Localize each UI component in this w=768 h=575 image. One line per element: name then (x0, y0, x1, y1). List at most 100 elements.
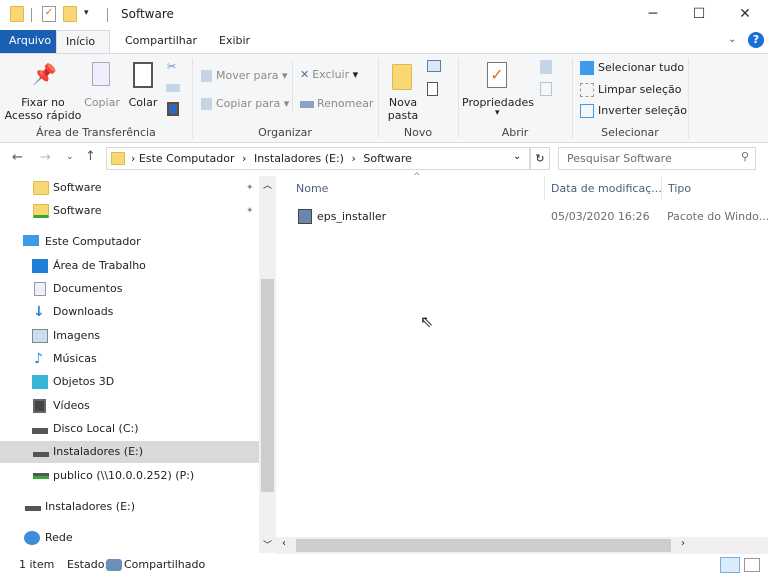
easy-access-icon[interactable] (427, 82, 438, 96)
maximize-icon[interactable]: ☐ (676, 0, 722, 30)
breadcrumb-this-pc[interactable]: Este Computador (139, 152, 235, 165)
select-all-button[interactable]: Selecionar tudo (580, 61, 684, 75)
search-input[interactable]: Pesquisar Software ⚲ (558, 147, 756, 170)
copy-to-button[interactable]: Copiar para ▾ (201, 97, 289, 110)
minimize-icon[interactable]: ─ (630, 0, 676, 30)
nav-item-quick-software-share[interactable]: Software ✦ (0, 200, 259, 222)
address-bar[interactable]: › Este Computador › Instaladores (E:) › … (106, 147, 530, 170)
nav-item-downloads[interactable]: ↓ Downloads (0, 301, 259, 323)
new-folder-button[interactable]: Nova pasta (384, 56, 422, 122)
recent-locations-icon[interactable]: ⌄ (66, 152, 74, 162)
desktop-icon (32, 259, 48, 273)
properties-quick-icon[interactable]: ✓ (42, 6, 56, 22)
breadcrumb-chevron-icon[interactable]: › (351, 152, 355, 165)
select-none-label: Limpar seleção (598, 83, 682, 96)
breadcrumb-chevron-icon[interactable]: › (131, 152, 135, 165)
nav-item-desktop[interactable]: Área de Trabalho (0, 255, 259, 277)
pin-icon: 📌 (32, 62, 57, 86)
windows-drive-icon (32, 428, 48, 434)
invert-selection-button[interactable]: Inverter seleção (580, 104, 687, 118)
breadcrumb-chevron-icon[interactable]: › (242, 152, 246, 165)
group-label-clipboard: Área de Transferência (36, 126, 156, 139)
horizontal-scrollbar[interactable]: ‹ › (276, 537, 768, 554)
move-to-icon (201, 70, 212, 82)
large-icons-view-icon[interactable] (744, 558, 760, 572)
details-view-icon[interactable] (720, 557, 740, 573)
videos-icon (33, 399, 46, 413)
title-bar: ✓ ▾ Software ─ ☐ ✕ (0, 0, 768, 30)
folder-icon (33, 181, 49, 195)
nav-label: Objetos 3D (53, 375, 115, 388)
sort-ascending-icon: ^ (413, 172, 421, 182)
nav-item-this-pc[interactable]: Este Computador (0, 231, 259, 253)
nav-item-network[interactable]: Rede (0, 527, 259, 549)
tab-compartilhar[interactable]: Compartilhar (116, 30, 206, 53)
paste-button[interactable]: Colar (126, 56, 160, 112)
select-all-icon (580, 61, 594, 75)
music-icon: ♪ (34, 351, 43, 367)
edit-icon[interactable] (540, 82, 552, 96)
select-none-button[interactable]: Limpar seleção (580, 83, 681, 97)
nav-item-music[interactable]: ♪ Músicas (0, 348, 259, 370)
scroll-thumb[interactable] (261, 279, 274, 492)
nav-item-documents[interactable]: Documentos (0, 278, 259, 300)
scroll-right-icon[interactable]: › (681, 538, 685, 549)
nav-item-local-disk-c[interactable]: Disco Local (C:) (0, 418, 259, 440)
nav-item-pictures[interactable]: Imagens (0, 325, 259, 347)
move-to-button[interactable]: Mover para ▾ (201, 69, 288, 82)
properties-button[interactable]: ✓ Propriedades ▾ (462, 56, 534, 122)
copy-path-icon[interactable] (166, 84, 180, 92)
copy-button[interactable]: Copiar (82, 56, 122, 112)
download-icon: ↓ (33, 304, 45, 320)
breadcrumb-drive[interactable]: Instaladores (E:) (254, 152, 344, 165)
paste-shortcut-icon[interactable] (167, 102, 179, 116)
forward-button[interactable]: → (40, 150, 51, 165)
rename-button[interactable]: Renomear (300, 97, 373, 110)
nav-item-videos[interactable]: Vídeos (0, 395, 259, 417)
move-to-label: Mover para (216, 69, 279, 82)
pin-icon[interactable]: ✦ (246, 177, 254, 199)
address-dropdown-icon[interactable]: ⌄ (513, 151, 521, 162)
tab-inicio[interactable]: Início (56, 30, 110, 54)
nav-label: Vídeos (53, 399, 90, 412)
nav-item-drive-e[interactable]: Instaladores (E:) (0, 496, 259, 518)
back-button[interactable]: ← (12, 150, 23, 165)
copy-to-label: Copiar para (216, 97, 281, 110)
column-header-type[interactable]: Tipo (668, 182, 691, 195)
delete-button[interactable]: ✕ Excluir ▾ (300, 68, 358, 81)
customize-qat-icon[interactable]: ▾ (84, 8, 89, 18)
up-button[interactable]: ↑ (85, 149, 96, 164)
copy-icon (92, 62, 110, 86)
nav-item-network-drive-p[interactable]: publico (\\10.0.0.252) (P:) (0, 465, 259, 487)
open-icon[interactable] (540, 60, 552, 74)
new-folder-quick-icon[interactable] (63, 6, 77, 22)
nav-item-3d-objects[interactable]: Objetos 3D (0, 371, 259, 393)
documents-icon (34, 282, 46, 296)
divider (107, 8, 108, 22)
scroll-left-icon[interactable]: ‹ (282, 538, 286, 549)
pin-icon[interactable]: ✦ (246, 200, 254, 222)
close-icon[interactable]: ✕ (722, 0, 768, 30)
tab-arquivo[interactable]: Arquivo (0, 30, 56, 53)
status-bar: 1 item Estado: Compartilhado (0, 555, 768, 575)
network-icon (24, 531, 40, 545)
scroll-up-icon[interactable]: ︿ (263, 178, 272, 191)
nav-item-instaladores-e[interactable]: Instaladores (E:) (0, 441, 259, 463)
nav-scrollbar[interactable]: ︿ ﹀ (259, 176, 276, 553)
tab-exibir[interactable]: Exibir (210, 30, 259, 53)
help-icon[interactable]: ? (748, 32, 764, 48)
nav-item-quick-software[interactable]: Software ✦ (0, 177, 259, 199)
scroll-down-icon[interactable]: ﹀ (263, 538, 272, 551)
pin-quick-access-button[interactable]: 📌 Fixar no Acesso rápido (5, 56, 82, 124)
refresh-icon[interactable]: ↻ (530, 147, 550, 170)
cut-icon[interactable]: ✂ (167, 60, 176, 73)
new-item-icon[interactable] (427, 60, 441, 72)
file-row[interactable]: eps_installer 05/03/2020 16:26 Pacote do… (290, 206, 768, 228)
column-header-modified[interactable]: Data de modificaç... (551, 182, 662, 195)
scroll-thumb[interactable] (296, 539, 671, 552)
expand-ribbon-icon[interactable]: ⌄ (728, 34, 736, 45)
shared-users-icon (106, 559, 122, 571)
column-header-name[interactable]: Nome (296, 182, 546, 195)
breadcrumb-software[interactable]: Software (363, 152, 412, 165)
divider (31, 8, 32, 22)
